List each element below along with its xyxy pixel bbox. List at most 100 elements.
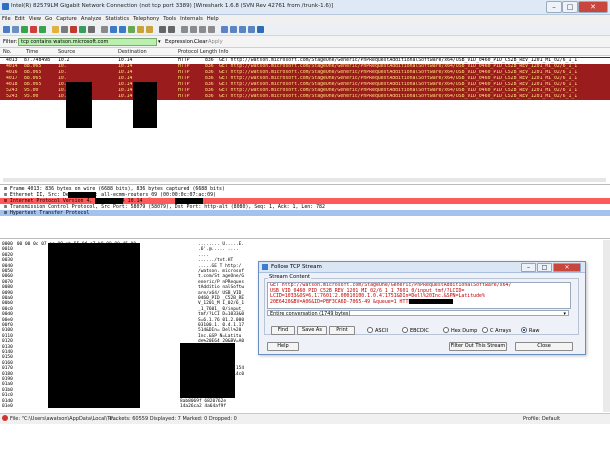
window-title: Intel(R) 82579LM Gigabit Network Connect… xyxy=(11,3,334,9)
stop-capture-icon[interactable] xyxy=(30,26,37,33)
dialog-title-bar: Follow TCP Stream – □ ✕ xyxy=(259,262,585,273)
dialog-title: Follow TCP Stream xyxy=(271,264,322,270)
menu-statistics[interactable]: Statistics xyxy=(103,15,131,22)
autoscroll-icon[interactable] xyxy=(168,26,175,33)
column-time[interactable]: Time xyxy=(26,49,38,55)
apply-button[interactable]: Apply xyxy=(208,39,223,45)
status-file: File: "C:\Users\awatson\AppData\Local\Te… xyxy=(10,416,118,422)
last-packet-icon[interactable] xyxy=(146,26,153,33)
print-icon[interactable] xyxy=(88,26,95,33)
menu-edit[interactable]: Edit xyxy=(13,15,27,22)
reload-icon[interactable] xyxy=(79,26,86,33)
goto-icon[interactable] xyxy=(128,26,135,33)
dialog-maximize-button[interactable]: □ xyxy=(537,263,552,272)
filter-out-stream-button[interactable]: Filter Out This Stream xyxy=(449,342,507,351)
vertical-scrollbar[interactable] xyxy=(603,240,610,412)
redacted-destination xyxy=(133,82,157,128)
main-toolbar xyxy=(0,24,610,36)
format-ebcdic-radio[interactable]: EBCDIC xyxy=(402,327,429,334)
menu-view[interactable]: View xyxy=(27,15,43,22)
redacted-hex-bytes-2 xyxy=(180,343,235,398)
status-profile[interactable]: Profile: Default xyxy=(523,416,560,422)
normal-size-icon[interactable] xyxy=(199,26,206,33)
format-carrays-radio[interactable]: C Arrays xyxy=(482,327,511,334)
open-icon[interactable] xyxy=(52,26,59,33)
forward-icon[interactable] xyxy=(119,26,126,33)
detail-http[interactable]: ⊞ Hypertext Transfer Protocol xyxy=(0,210,610,216)
column-no[interactable]: No. xyxy=(3,49,11,55)
menu-telephony[interactable]: Telephony xyxy=(131,15,161,22)
dialog-app-icon xyxy=(262,264,268,270)
help-icon[interactable] xyxy=(257,26,264,33)
redacted-stream-id xyxy=(409,299,453,304)
column-destination[interactable]: Destination xyxy=(118,49,147,55)
resize-columns-icon[interactable] xyxy=(208,26,215,33)
preferences-icon[interactable] xyxy=(248,26,255,33)
menu-capture[interactable]: Capture xyxy=(54,15,79,22)
column-info[interactable]: Info xyxy=(219,49,228,55)
start-capture-icon[interactable] xyxy=(21,26,28,33)
options-icon[interactable] xyxy=(12,26,19,33)
column-protocol[interactable]: Protocol xyxy=(178,49,198,55)
save-as-button[interactable]: Save As xyxy=(297,326,327,335)
status-bar: File: "C:\Users\awatson\AppData\Local\Te… xyxy=(0,413,610,424)
zoom-in-icon[interactable] xyxy=(181,26,188,33)
help-button[interactable]: Help xyxy=(267,342,299,351)
redacted-ip-dst xyxy=(175,198,203,204)
print-button[interactable]: Print xyxy=(329,326,355,335)
display-filter-input[interactable]: tcp contains watson.microsoft.com xyxy=(18,38,157,46)
coloring-rules-icon[interactable] xyxy=(239,26,246,33)
display-filters-icon[interactable] xyxy=(230,26,237,33)
find-button[interactable]: Find xyxy=(271,326,295,335)
back-icon[interactable] xyxy=(110,26,117,33)
packet-list[interactable]: 4013 87.748498 10.2 10.14 HTTP 836 GET http://… xyxy=(0,56,610,185)
stream-content-text[interactable]: GET http://watson.microsoft.com/StageOne… xyxy=(267,282,571,309)
capture-status-icon xyxy=(2,415,8,421)
colorize-icon[interactable] xyxy=(159,26,166,33)
status-packets: Packets: 60559 Displayed: 7 Marked: 0 Dr… xyxy=(110,416,237,422)
conversation-select[interactable]: Entire conversation (1749 bytes) ▾ xyxy=(267,310,569,317)
close-window-button[interactable]: ✕ xyxy=(578,1,608,13)
save-icon[interactable] xyxy=(61,26,68,33)
wireshark-icon xyxy=(2,3,9,10)
capture-filters-icon[interactable] xyxy=(221,26,228,33)
filter-dropdown-icon[interactable]: ▾ xyxy=(158,39,161,45)
format-raw-radio[interactable]: Raw xyxy=(521,327,540,334)
dialog-close-icon[interactable]: ✕ xyxy=(553,263,581,272)
menu-help[interactable]: Help xyxy=(205,15,221,22)
find-icon[interactable] xyxy=(101,26,108,33)
format-ascii-radio[interactable]: ASCII xyxy=(367,327,388,334)
packet-details-pane[interactable]: ⊞ Frame 4013: 836 bytes on wire (6688 bi… xyxy=(0,186,610,239)
follow-tcp-stream-dialog: Follow TCP Stream – □ ✕ Stream Content G… xyxy=(258,261,586,355)
filter-label: Filter: xyxy=(3,39,18,45)
menu-bar: File Edit View Go Capture Analyze Statistics Te… xyxy=(0,15,610,24)
stream-content-label: Stream Content xyxy=(268,274,312,280)
close-file-icon[interactable] xyxy=(70,26,77,33)
format-hexdump-radio[interactable]: Hex Dump xyxy=(443,327,477,334)
redacted-ip-src xyxy=(95,198,123,204)
menu-tools[interactable]: Tools xyxy=(161,15,178,22)
interfaces-icon[interactable] xyxy=(3,26,10,33)
redacted-hex-bytes xyxy=(48,243,140,408)
hex-line[interactable]: 01e0 14a26ca2 4a64af9f xyxy=(2,404,226,410)
clear-button[interactable]: Clear xyxy=(194,39,208,45)
minimize-button[interactable]: – xyxy=(546,1,562,13)
maximize-button[interactable]: □ xyxy=(562,1,578,13)
filter-toolbar: Filter: tcp contains watson.microsoft.co… xyxy=(0,36,610,48)
redacted-mac xyxy=(68,192,96,198)
menu-analyze[interactable]: Analyze xyxy=(79,15,103,22)
column-source[interactable]: Source xyxy=(58,49,75,55)
packet-list-header: No. Time Source Destination Protocol Len… xyxy=(0,48,610,56)
menu-internals[interactable]: Internals xyxy=(178,15,205,22)
title-bar: Intel(R) 82579LM Gigabit Network Connect… xyxy=(0,0,610,15)
dialog-minimize-button[interactable]: – xyxy=(521,263,536,272)
menu-file[interactable]: File xyxy=(0,15,13,22)
redacted-source xyxy=(66,82,92,128)
menu-go[interactable]: Go xyxy=(43,15,54,22)
first-packet-icon[interactable] xyxy=(137,26,144,33)
zoom-out-icon[interactable] xyxy=(190,26,197,33)
restart-icon[interactable] xyxy=(39,26,46,33)
horizontal-scrollbar[interactable] xyxy=(3,178,606,182)
close-button[interactable]: Close xyxy=(515,342,573,351)
column-length[interactable]: Length xyxy=(200,49,217,55)
